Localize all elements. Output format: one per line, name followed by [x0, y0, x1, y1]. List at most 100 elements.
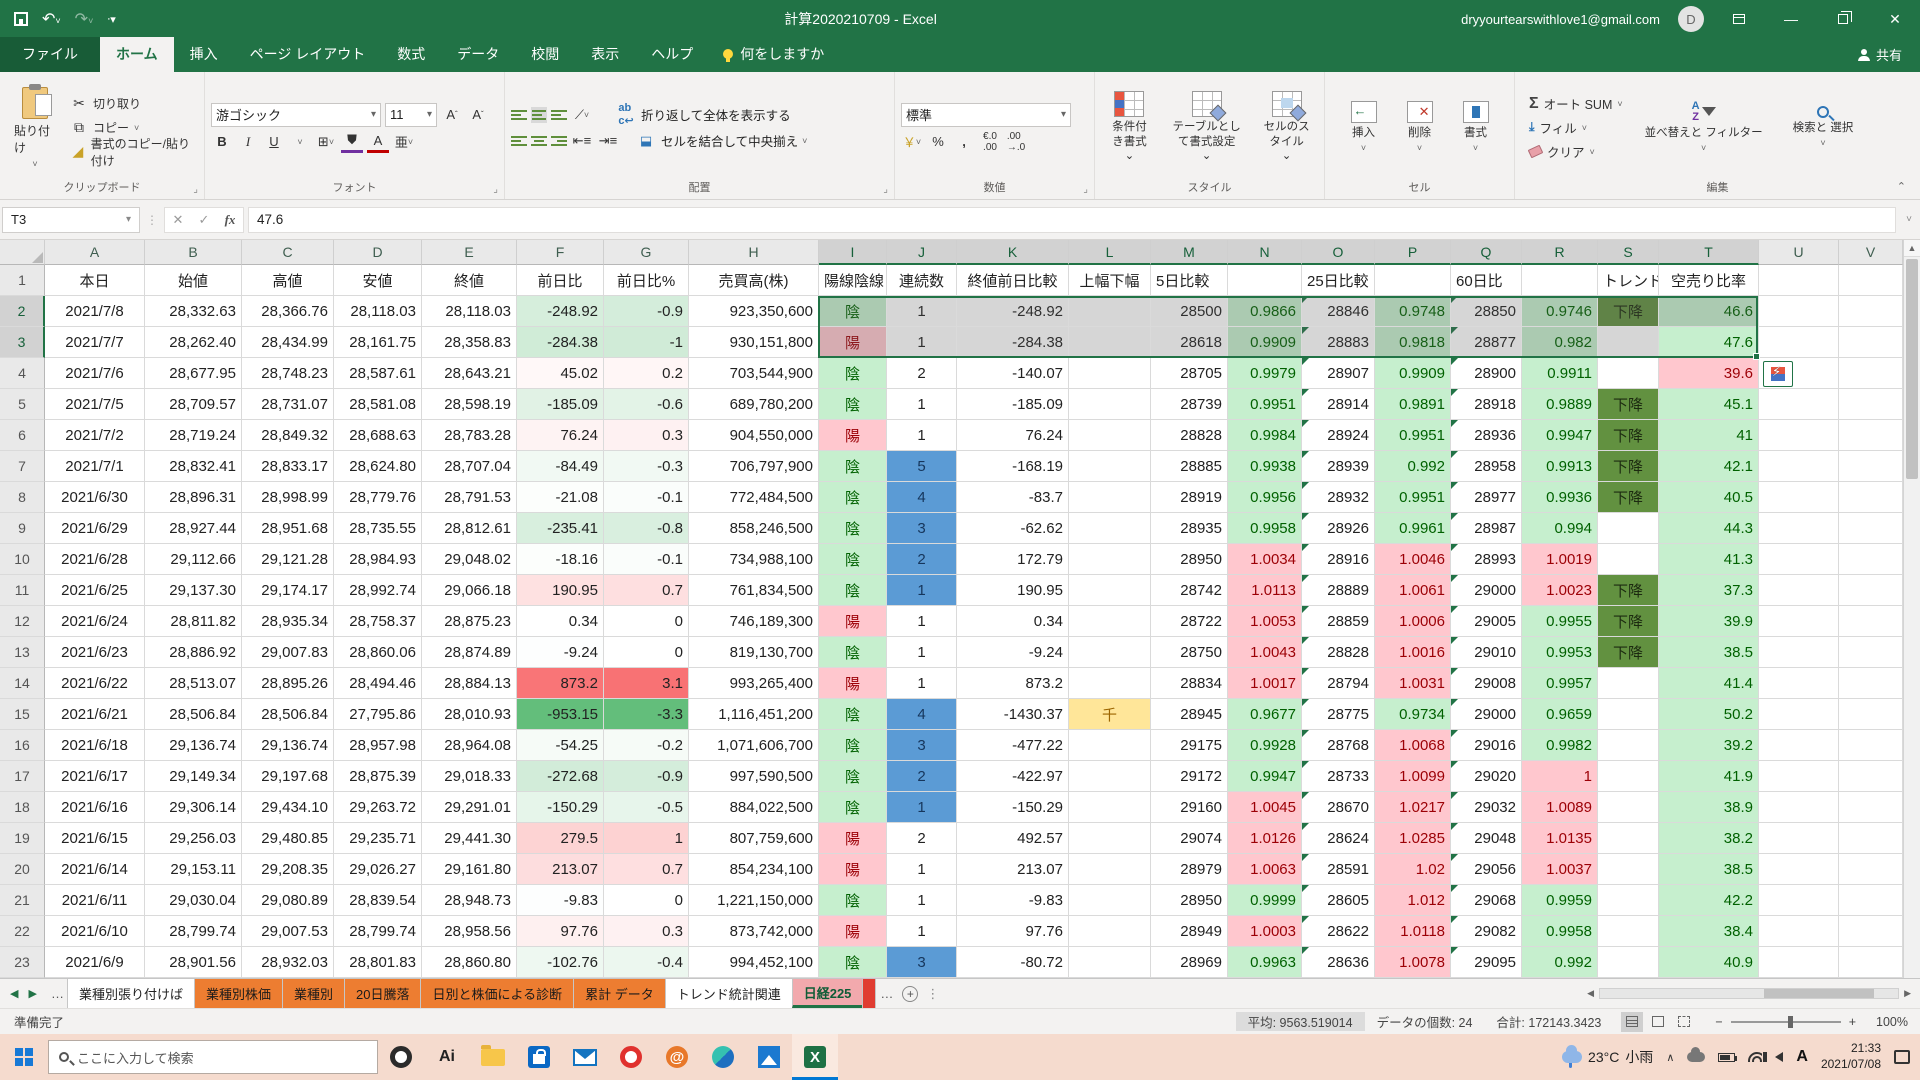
cell[interactable]: 44.3	[1659, 513, 1759, 544]
cell[interactable]: 28,932.03	[242, 947, 334, 978]
cell[interactable]	[1839, 296, 1903, 327]
cell[interactable]: 997,590,500	[689, 761, 819, 792]
cell[interactable]: 1.0003	[1228, 916, 1302, 947]
taskbar-opera-gx-icon[interactable]	[608, 1034, 654, 1080]
row-header-3[interactable]: 3	[0, 327, 45, 358]
cell[interactable]: 1	[887, 420, 957, 451]
cell[interactable]	[1759, 575, 1839, 606]
cell[interactable]: 28,860.80	[422, 947, 517, 978]
cell[interactable]: 陰	[819, 575, 887, 606]
cell[interactable]: 190.95	[957, 575, 1069, 606]
cell[interactable]: 1.012	[1375, 885, 1451, 916]
cell[interactable]: 1	[887, 637, 957, 668]
borders-icon[interactable]: ⊞ ˅	[315, 131, 337, 153]
cell[interactable]: -9.83	[957, 885, 1069, 916]
cell[interactable]: 28,886.92	[145, 637, 242, 668]
cell[interactable]: 2021/6/15	[45, 823, 145, 854]
cell[interactable]: 2021/6/18	[45, 730, 145, 761]
cell[interactable]: 38.4	[1659, 916, 1759, 947]
cell[interactable]: 1.0135	[1522, 823, 1598, 854]
cell[interactable]: 1.0285	[1375, 823, 1451, 854]
increase-indent-icon[interactable]: ⇥≡	[597, 130, 619, 152]
cell[interactable]: 1	[887, 389, 957, 420]
cell[interactable]: 2021/6/29	[45, 513, 145, 544]
header-cell-avg5[interactable]: 5日比較	[1151, 265, 1228, 296]
cell[interactable]	[1069, 389, 1151, 420]
cell[interactable]	[1839, 606, 1903, 637]
cell[interactable]: 0.7	[604, 854, 689, 885]
cell[interactable]: 下降	[1598, 296, 1659, 327]
cell[interactable]	[1839, 761, 1903, 792]
row-header-8[interactable]: 8	[0, 482, 45, 513]
cell[interactable]: 0.9748	[1375, 296, 1451, 327]
cell[interactable]: 29,235.71	[334, 823, 422, 854]
cell[interactable]: 0.9866	[1228, 296, 1302, 327]
cell[interactable]: 陰	[819, 885, 887, 916]
cell[interactable]: 689,780,200	[689, 389, 819, 420]
cell[interactable]: 50.2	[1659, 699, 1759, 730]
cell[interactable]: 2021/7/2	[45, 420, 145, 451]
redo-icon[interactable]: ↷˅	[75, 9, 94, 29]
header-cell-candle[interactable]: 陽線陰線	[819, 265, 887, 296]
cell[interactable]: 29,007.53	[242, 916, 334, 947]
cell[interactable]: 27,795.86	[334, 699, 422, 730]
collapse-ribbon-icon[interactable]: ⌃	[1897, 180, 1906, 193]
cell[interactable]: 0.9947	[1522, 420, 1598, 451]
cell[interactable]: 29,080.89	[242, 885, 334, 916]
cell[interactable]: 28,506.84	[242, 699, 334, 730]
column-header-R[interactable]: R	[1522, 240, 1598, 265]
cell[interactable]: 1.0118	[1375, 916, 1451, 947]
cell[interactable]: 29,306.14	[145, 792, 242, 823]
clear-button[interactable]: クリア˅	[1529, 140, 1623, 164]
row-header-19[interactable]: 19	[0, 823, 45, 854]
cell[interactable]: 2021/6/30	[45, 482, 145, 513]
sheet-tab-4[interactable]: 日別と株価による診断	[420, 979, 574, 1008]
column-header-I[interactable]: I	[819, 240, 887, 265]
cell[interactable]: 28,118.03	[422, 296, 517, 327]
row-header-16[interactable]: 16	[0, 730, 45, 761]
vertical-scroll-thumb[interactable]	[1906, 259, 1918, 479]
cell[interactable]	[1069, 947, 1151, 978]
taskbar-mail-icon[interactable]	[562, 1034, 608, 1080]
cell[interactable]: 28,783.28	[422, 420, 517, 451]
scroll-up-icon[interactable]: ▲	[1904, 240, 1920, 257]
taskbar-store-icon[interactable]	[516, 1034, 562, 1080]
page-layout-view-icon[interactable]	[1647, 1012, 1669, 1032]
cell[interactable]: -102.76	[517, 947, 604, 978]
cell[interactable]: 0.9958	[1228, 513, 1302, 544]
column-header-M[interactable]: M	[1151, 240, 1228, 265]
cell[interactable]: 38.2	[1659, 823, 1759, 854]
cell[interactable]	[1598, 823, 1659, 854]
header-cell-low[interactable]: 安値	[334, 265, 422, 296]
cell[interactable]: -284.38	[517, 327, 604, 358]
taskbar-photos-icon[interactable]	[746, 1034, 792, 1080]
column-header-J[interactable]: J	[887, 240, 957, 265]
cell[interactable]	[1598, 358, 1659, 389]
cell[interactable]: 819,130,700	[689, 637, 819, 668]
cell[interactable]: 28,948.73	[422, 885, 517, 916]
accounting-format-icon[interactable]: ￥ ˅	[901, 131, 923, 153]
cell[interactable]: 0.9746	[1522, 296, 1598, 327]
action-center-icon[interactable]	[1894, 1050, 1910, 1064]
sheet-tab-2[interactable]: 業種別	[282, 979, 345, 1008]
cell[interactable]: 923,350,600	[689, 296, 819, 327]
start-button[interactable]	[0, 1034, 48, 1080]
cell[interactable]: 1	[887, 296, 957, 327]
cell[interactable]: -0.4	[604, 947, 689, 978]
cell[interactable]: 873,742,000	[689, 916, 819, 947]
column-header-U[interactable]: U	[1759, 240, 1839, 265]
cell[interactable]: 39.9	[1659, 606, 1759, 637]
cell[interactable]: 0.992	[1522, 947, 1598, 978]
cell[interactable]: 28936	[1451, 420, 1522, 451]
header-cell-trend[interactable]: トレンド	[1598, 265, 1659, 296]
align-center-icon[interactable]	[531, 134, 547, 148]
cell[interactable]: 492.57	[957, 823, 1069, 854]
cell[interactable]: 28,791.53	[422, 482, 517, 513]
cell[interactable]: 陰	[819, 792, 887, 823]
cell[interactable]: -477.22	[957, 730, 1069, 761]
cell[interactable]: 213.07	[517, 854, 604, 885]
sheet-overflow-left-icon[interactable]: …	[47, 979, 68, 1008]
format-cells-button[interactable]: 書式˅	[1455, 76, 1497, 179]
cell[interactable]: 28605	[1302, 885, 1375, 916]
cell[interactable]: 42.2	[1659, 885, 1759, 916]
